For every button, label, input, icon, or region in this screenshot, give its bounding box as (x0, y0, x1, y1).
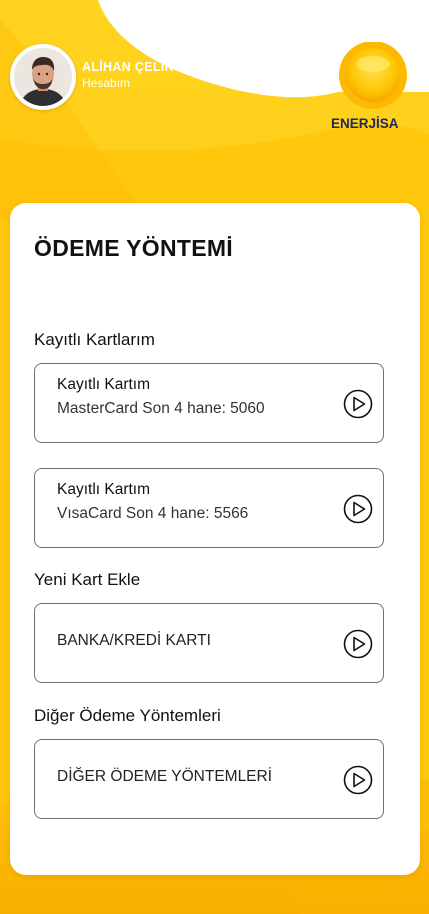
other-methods-label: DİĞER ÖDEME YÖNTEMLERİ (57, 768, 273, 785)
play-circle-icon[interactable] (343, 494, 373, 524)
payment-method-screen: ALİHAN ÇELİK Hesabım ENERJİSA ÖDEME YÖNT… (0, 0, 429, 914)
avatar[interactable] (10, 44, 76, 110)
new-card-title: Yeni Kart Ekle (34, 570, 141, 589)
payment-method-card: ÖDEME YÖNTEMİ Kayıtlı Kartlarım Kayıtlı … (10, 203, 420, 875)
saved-cards-title: Kayıtlı Kartlarım (34, 330, 155, 349)
other-methods-title: Diğer Ödeme Yöntemleri (34, 706, 221, 725)
play-circle-icon[interactable] (343, 765, 373, 795)
profile-text: ALİHAN ÇELİK Hesabım (82, 60, 174, 90)
saved-card-detail: VısaCard Son 4 hane: 5566 (57, 505, 249, 522)
saved-card-detail: MasterCard Son 4 hane: 5060 (57, 400, 265, 417)
enerjisa-logo: ENERJİSA (331, 42, 407, 131)
account-link[interactable]: Hesabım (82, 76, 174, 90)
saved-card-title: Kayıtlı Kartım (57, 376, 151, 393)
play-circle-icon[interactable] (343, 389, 373, 419)
play-circle-icon[interactable] (343, 629, 373, 659)
saved-card-title: Kayıtlı Kartım (57, 481, 151, 498)
saved-card-visa[interactable]: Kayıtlı Kartım VısaCard Son 4 hane: 5566 (34, 468, 384, 548)
add-card-label: BANKA/KREDİ KARTI (57, 632, 211, 649)
saved-card-mastercard[interactable]: Kayıtlı Kartım MasterCard Son 4 hane: 50… (34, 363, 384, 443)
logo-text: ENERJİSA (331, 116, 399, 131)
user-profile[interactable]: ALİHAN ÇELİK Hesabım (10, 44, 174, 110)
user-avatar-photo-icon (14, 48, 72, 106)
page-title: ÖDEME YÖNTEMİ (34, 235, 233, 261)
other-payment-methods-button[interactable]: DİĞER ÖDEME YÖNTEMLERİ (34, 739, 384, 819)
user-name: ALİHAN ÇELİK (82, 60, 174, 74)
add-bank-credit-card-button[interactable]: BANKA/KREDİ KARTI (34, 603, 384, 683)
